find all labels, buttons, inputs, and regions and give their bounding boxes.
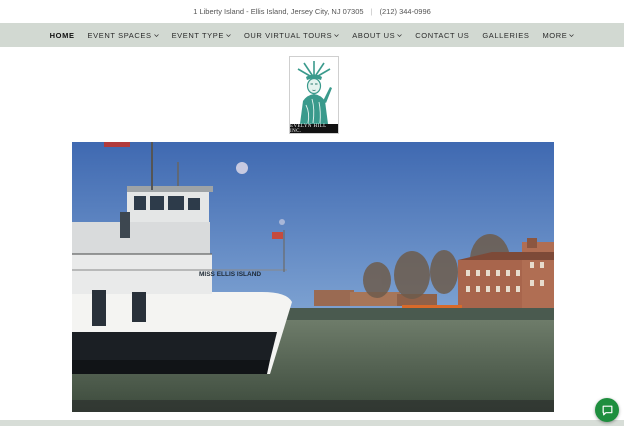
phone-link[interactable]: (212) 344-0996 bbox=[380, 7, 431, 16]
boat-name-text: MISS ELLIS ISLAND bbox=[199, 271, 261, 278]
logo-caption: EVELYN HILL INC. bbox=[290, 124, 338, 134]
chat-bubble-icon bbox=[602, 405, 612, 415]
nav-item-more[interactable]: MORE bbox=[542, 30, 575, 40]
nav-label: EVENT SPACES bbox=[87, 30, 152, 40]
statue-of-liberty-icon bbox=[290, 57, 338, 124]
separator: | bbox=[370, 7, 373, 16]
nav-label: GALLERIES bbox=[482, 30, 530, 40]
chevron-down-icon bbox=[334, 33, 340, 37]
main-nav: HOME EVENT SPACES EVENT TYPE OUR VIRTUAL… bbox=[0, 23, 624, 47]
hero-photo-ferry: MISS ELLIS ISLAND bbox=[72, 142, 554, 412]
nav-label: ABOUT US bbox=[352, 30, 396, 40]
contact-bar: 1 Liberty Island - Ellis Island, Jersey … bbox=[0, 0, 624, 23]
chat-button[interactable] bbox=[595, 398, 619, 422]
nav-label: HOME bbox=[49, 30, 75, 40]
chevron-down-icon bbox=[226, 33, 231, 37]
nav-item-home[interactable]: HOME bbox=[50, 31, 75, 40]
nav-item-galleries[interactable]: GALLERIES bbox=[482, 31, 529, 40]
site-logo[interactable]: EVELYN HILL INC. bbox=[289, 56, 339, 134]
chevron-down-icon bbox=[569, 33, 575, 37]
nav-label: CONTACT US bbox=[415, 30, 470, 40]
footer-band bbox=[0, 420, 624, 426]
nav-item-virtual-tours[interactable]: OUR VIRTUAL TOURS bbox=[243, 30, 340, 40]
address-text: 1 Liberty Island - Ellis Island, Jersey … bbox=[193, 7, 364, 16]
nav-label: OUR VIRTUAL TOURS bbox=[243, 30, 333, 40]
nav-label: MORE bbox=[542, 30, 568, 40]
nav-item-contact-us[interactable]: CONTACT US bbox=[415, 31, 469, 40]
chevron-down-icon bbox=[397, 33, 403, 37]
chevron-down-icon bbox=[153, 33, 159, 37]
nav-item-event-type[interactable]: EVENT TYPE bbox=[172, 31, 231, 40]
nav-item-about-us[interactable]: ABOUT US bbox=[352, 30, 403, 40]
nav-label: EVENT TYPE bbox=[171, 30, 224, 40]
nav-item-event-spaces[interactable]: EVENT SPACES bbox=[88, 31, 159, 40]
